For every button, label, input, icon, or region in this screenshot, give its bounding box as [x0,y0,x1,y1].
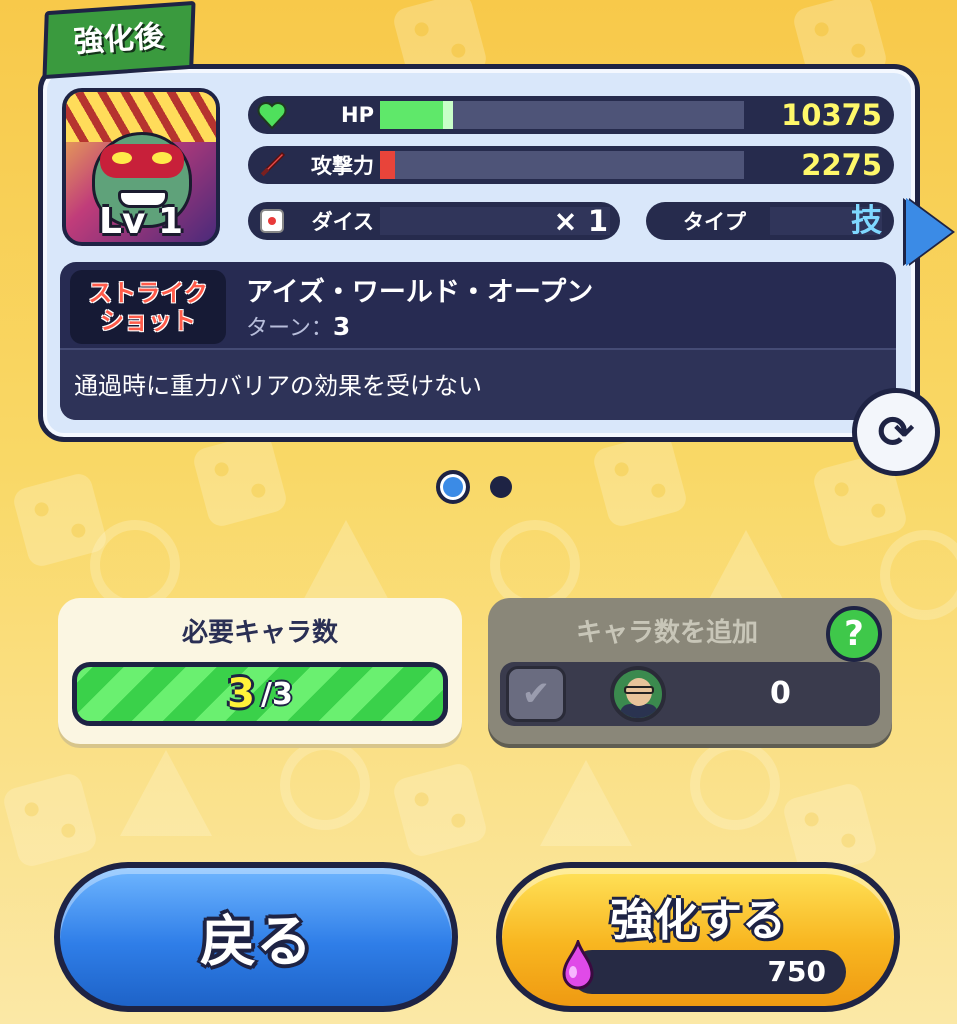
type-stat-bar: タイプ 技 [646,202,894,240]
page-dot-1[interactable] [436,470,470,504]
back-button[interactable]: 戻る [54,862,458,1012]
add-characters-panel: キャラ数を追加 ? ✔ 0 [488,598,892,744]
level-label: Lv 1 [99,201,183,242]
skill-description: 通過時に重力バリアの効果を受けない [74,372,482,400]
type-value: 技 [851,203,882,239]
check-icon[interactable]: ✔ [506,666,566,722]
dice-value: × 1 [553,204,608,238]
cost-value: 750 [767,955,826,988]
character-icon [610,666,666,722]
character-portrait[interactable]: Lv 1 [62,88,220,246]
gem-icon [562,940,594,990]
skill-name: アイズ・ワールド・オープン [246,277,594,308]
hp-label: HP [341,103,374,127]
add-count: 0 [770,676,791,711]
add-title: キャラ数を追加 [576,618,759,648]
hp-stat-bar: HP 10375 [248,96,894,134]
after-enhance-label: 強化後 [72,19,166,60]
strike-shot-panel: ストライク ショット アイズ・ワールド・オープン ターン：3 通過時に重力バリアの… [60,262,896,420]
hp-value: 10375 [781,98,882,132]
page-indicator [436,470,512,504]
swap-icon[interactable]: ⟳ [852,388,940,476]
required-progress-bar: 3 /3 [72,662,448,726]
type-label: タイプ [683,210,746,234]
enhance-label: 強化する [610,895,786,946]
sword-icon [256,150,288,180]
dice-icon [256,206,288,236]
after-enhance-tag: 強化後 [42,0,196,80]
page-dot-2[interactable] [490,476,512,498]
heart-icon [256,100,288,130]
skill-turn: ターン：3 [246,310,350,342]
dice-stat-bar: ダイス × 1 [248,202,620,240]
required-total: /3 [261,676,293,712]
turn-value: 3 [332,312,351,341]
help-icon[interactable]: ? [826,606,882,662]
required-count: 3 [227,671,255,717]
attack-stat-bar: 攻撃力 2275 [248,146,894,184]
strike-shot-badge: ストライク ショット [70,270,226,344]
required-characters-panel: 必要キャラ数 3 /3 [58,598,462,744]
back-label: 戻る [200,909,312,975]
required-title: 必要キャラ数 [181,618,338,648]
dice-label: ダイス [311,210,374,234]
attack-label: 攻撃力 [311,154,374,178]
add-character-row: ✔ 0 [500,662,880,726]
turn-label: ターン： [246,316,333,341]
badge-line2: ショット [100,307,196,335]
enhance-button[interactable]: 強化する 750 [496,862,900,1012]
attack-value: 2275 [801,148,882,182]
hp-gauge [380,101,744,129]
cost-bar: 750 [562,940,846,994]
badge-line1: ストライク [88,279,208,307]
attack-gauge [380,151,744,179]
next-arrow-icon[interactable] [906,198,952,266]
